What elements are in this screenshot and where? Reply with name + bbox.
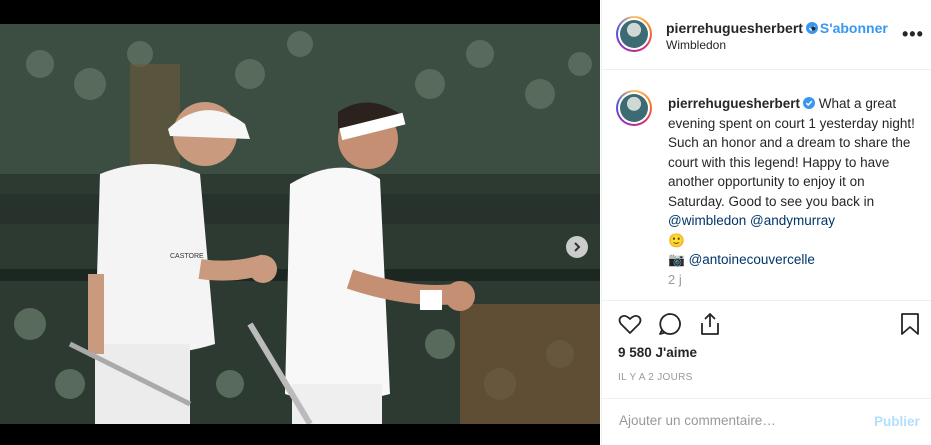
- photo-area: CASTORE: [0, 0, 600, 445]
- caption-avatar[interactable]: [616, 90, 652, 126]
- mention-antoinecouvercelle[interactable]: @antoinecouvercelle: [689, 252, 815, 267]
- comment-input[interactable]: [617, 412, 851, 429]
- post-header: pierrehuguesherbert • S'abonner Wimbledon…: [602, 0, 931, 70]
- chevron-right-icon: [574, 242, 581, 252]
- caption-username[interactable]: pierrehuguesherbert: [668, 96, 800, 111]
- follow-separator: •: [811, 20, 816, 36]
- verified-badge-icon: [803, 97, 816, 109]
- post-side-panel: pierrehuguesherbert • S'abonner Wimbledon…: [601, 0, 931, 445]
- like-count[interactable]: 9 580 J'aime: [618, 345, 697, 360]
- post-photo[interactable]: CASTORE: [0, 24, 600, 424]
- mention-andymurray[interactable]: @andymurray: [750, 213, 835, 228]
- tennis-photo-image: CASTORE: [0, 24, 600, 424]
- next-image-button[interactable]: [566, 236, 588, 258]
- caption-body: What a great evening spent on court 1 ye…: [668, 96, 915, 209]
- mention-wimbledon[interactable]: @wimbledon: [668, 213, 746, 228]
- bookmark-icon[interactable]: [897, 311, 923, 337]
- publish-button[interactable]: Publier: [874, 414, 920, 429]
- location-link[interactable]: Wimbledon: [666, 38, 726, 52]
- caption-text: pierrehuguesherbert What a great evening…: [668, 94, 920, 270]
- profile-picture: [620, 94, 648, 122]
- camera-emoji: 📷: [668, 252, 685, 267]
- header-username[interactable]: pierrehuguesherbert: [666, 20, 803, 36]
- avatar[interactable]: [616, 16, 652, 52]
- smile-emoji: 🙂: [668, 232, 685, 248]
- shirt-brand-text: CASTORE: [170, 253, 204, 260]
- follow-label: S'abonner: [819, 20, 888, 36]
- action-bar: [602, 300, 931, 335]
- comment-icon[interactable]: [657, 311, 683, 337]
- comment-bar: Publier: [602, 398, 931, 445]
- caption-time[interactable]: 2 j: [668, 272, 682, 287]
- follow-button[interactable]: • S'abonner: [811, 20, 888, 36]
- more-options-icon[interactable]: •••: [902, 24, 924, 45]
- post-date: IL Y A 2 JOURS: [618, 372, 693, 383]
- heart-icon[interactable]: [617, 311, 643, 337]
- profile-picture: [620, 20, 648, 48]
- share-icon[interactable]: [697, 311, 723, 337]
